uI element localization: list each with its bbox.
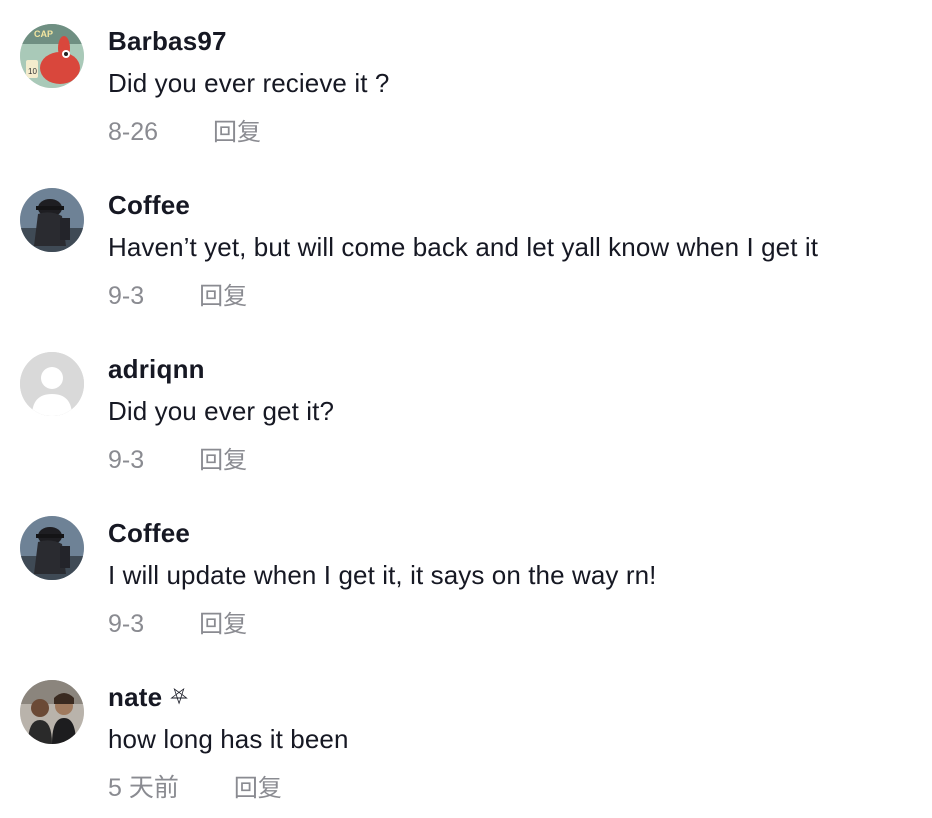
comment-item: Coffee Haven’t yet, but will come back a…	[0, 188, 932, 348]
comment-date: 9-3	[108, 610, 145, 638]
username-text: adriqnn	[108, 354, 205, 384]
username-text: nate	[108, 682, 163, 712]
reply-button[interactable]: 回复	[213, 112, 261, 147]
comment-username[interactable]: Barbas97	[108, 26, 227, 57]
comment-date: 8-26	[108, 118, 159, 146]
comment-item: CAP 10 Barbas97 Did you ever recieve it …	[0, 24, 932, 184]
comment-username[interactable]: Coffee	[108, 518, 190, 549]
avatar[interactable]	[20, 188, 84, 252]
crab-avatar-icon: CAP 10	[20, 24, 84, 88]
comment-text: I will update when I get it, it says on …	[108, 560, 657, 590]
comment-meta: 9-3 回复	[108, 276, 247, 311]
username-text: Barbas97	[108, 26, 227, 56]
people-photo-icon	[20, 680, 84, 744]
comment-meta: 9-3 回复	[108, 440, 247, 475]
pentagram-badge-icon: ⛧	[170, 684, 189, 709]
comment-item: Coffee I will update when I get it, it s…	[0, 516, 932, 676]
comment-date: 9-3	[108, 446, 145, 474]
figure-photo-icon	[20, 188, 84, 252]
comment-item: adriqnn Did you ever get it? 9-3 回复	[0, 352, 932, 512]
avatar[interactable]	[20, 352, 84, 416]
comment-username[interactable]: nate ⛧	[108, 682, 188, 713]
comment-text: Did you ever get it?	[108, 396, 335, 426]
comment-item: nate ⛧ how long has it been 5 天前 回复	[0, 680, 932, 818]
comment-meta: 9-3 回复	[108, 604, 247, 639]
avatar[interactable]	[20, 680, 84, 744]
comment-username[interactable]: adriqnn	[108, 354, 205, 385]
username-text: Coffee	[108, 518, 191, 548]
username-text: Coffee	[108, 190, 191, 220]
reply-button[interactable]: 回复	[199, 440, 247, 475]
comment-text: Haven’t yet, but will come back and let …	[108, 232, 819, 262]
comment-text: how long has it been	[108, 724, 349, 754]
comment-date: 9-3	[108, 282, 145, 310]
comment-date: 5 天前	[108, 774, 179, 802]
svg-text:10: 10	[28, 67, 37, 76]
avatar[interactable]: CAP 10	[20, 24, 84, 88]
comment-text: Did you ever recieve it ?	[108, 68, 390, 98]
comment-meta: 5 天前 回复	[108, 768, 282, 804]
reply-button[interactable]: 回复	[199, 276, 247, 311]
svg-text:CAP: CAP	[34, 29, 53, 39]
comment-username[interactable]: Coffee	[108, 190, 190, 221]
comment-meta: 8-26 回复	[108, 112, 261, 147]
avatar[interactable]	[20, 516, 84, 580]
default-user-icon	[20, 352, 84, 416]
comment-list: CAP 10 Barbas97 Did you ever recieve it …	[0, 0, 932, 818]
reply-button[interactable]: 回复	[234, 768, 282, 803]
figure-photo-icon	[20, 516, 84, 580]
reply-button[interactable]: 回复	[199, 604, 247, 639]
